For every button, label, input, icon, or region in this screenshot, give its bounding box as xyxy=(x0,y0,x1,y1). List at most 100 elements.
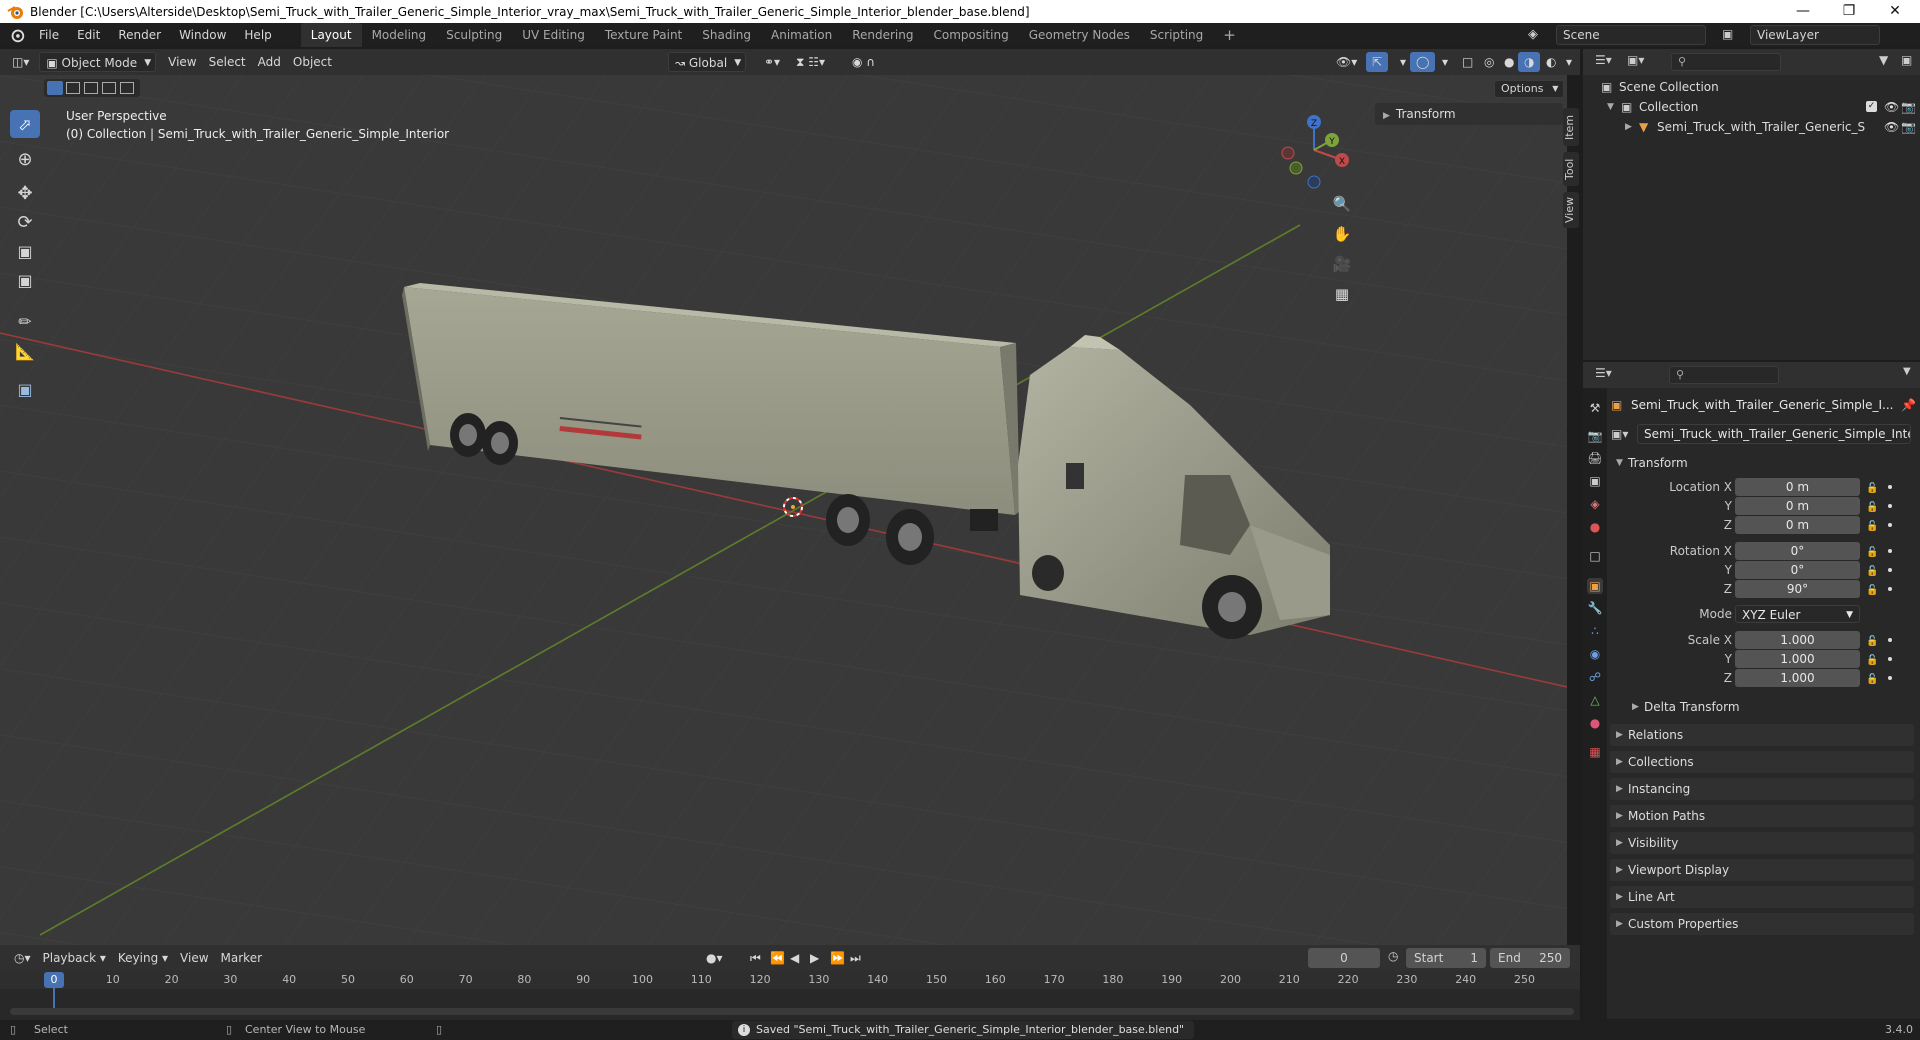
rotation-x-field[interactable]: 0° xyxy=(1735,542,1860,560)
timeline-editor-icon[interactable]: ◷▾ xyxy=(8,948,37,968)
location-z-field[interactable]: 0 m xyxy=(1735,516,1860,534)
outliner-row-scene-collection[interactable]: ▣ Scene Collection xyxy=(1583,77,1920,97)
select-box-tool[interactable]: ⬀ xyxy=(10,110,40,138)
add-workspace-button[interactable]: + xyxy=(1213,23,1246,47)
instancing-section[interactable]: ▶ Instancing xyxy=(1610,778,1914,800)
properties-editor-icon[interactable]: ☰▾ xyxy=(1595,366,1612,380)
viewport-display-section[interactable]: ▶ Viewport Display xyxy=(1610,859,1914,881)
menu-keying[interactable]: Keying ▾ xyxy=(112,948,174,968)
outliner-row-object[interactable]: ▶ ▼ Semi_Truck_with_Trailer_Generic_S 👁 … xyxy=(1583,117,1920,137)
select-subtract-icon[interactable] xyxy=(84,82,98,94)
scale-x-field[interactable]: 1.000 xyxy=(1735,631,1860,649)
gizmo-toggle-icon[interactable]: ⇱ xyxy=(1366,52,1389,72)
tab-animation[interactable]: Animation xyxy=(761,23,842,47)
add-cube-tool[interactable]: ▣ xyxy=(10,375,40,403)
new-collection-icon[interactable]: ▣ xyxy=(1901,53,1912,67)
menu-object[interactable]: Object xyxy=(287,52,338,72)
exclude-checkbox[interactable]: ✓ xyxy=(1866,101,1877,112)
menu-view[interactable]: View xyxy=(162,52,202,72)
keyframe-dot-icon[interactable] xyxy=(1888,657,1892,661)
menu-add[interactable]: Add xyxy=(252,52,287,72)
jump-end-icon[interactable]: ⏭ xyxy=(844,948,867,968)
display-mode-icon[interactable]: ▣▾ xyxy=(1627,53,1644,67)
lock-icon[interactable]: 🔓 xyxy=(1866,652,1878,666)
delta-transform-header[interactable]: ▶ Delta Transform xyxy=(1626,696,1914,718)
scale-y-field[interactable]: 1.000 xyxy=(1735,650,1860,668)
tab-shading[interactable]: Shading xyxy=(692,23,761,47)
rotation-y-field[interactable]: 0° xyxy=(1735,561,1860,579)
tab-item[interactable]: Item xyxy=(1563,108,1579,146)
menu-render[interactable]: Render xyxy=(109,23,170,47)
menu-playback[interactable]: Playback ▾ xyxy=(37,948,112,968)
menu-marker[interactable]: Marker xyxy=(215,948,268,968)
grid-perspective-icon[interactable]: ▦ xyxy=(1330,285,1354,309)
scale-z-field[interactable]: 1.000 xyxy=(1735,669,1860,687)
xray-icon[interactable]: □ xyxy=(1456,52,1479,72)
editor-type-icon[interactable]: ◫▾ xyxy=(6,52,35,72)
rotation-z-field[interactable]: 90° xyxy=(1735,580,1860,598)
annotate-tool[interactable]: ✏ xyxy=(10,307,40,335)
menu-timeline-view[interactable]: View xyxy=(174,948,214,968)
menu-select[interactable]: Select xyxy=(203,52,252,72)
scene-field[interactable]: Scene xyxy=(1556,25,1706,45)
end-frame-field[interactable]: End 250 xyxy=(1490,948,1570,968)
select-invert-icon[interactable] xyxy=(102,82,116,94)
record-icon[interactable]: ●▾ xyxy=(700,948,729,968)
output-tab-icon[interactable]: 🖨 xyxy=(1587,450,1603,466)
outliner-editor-icon[interactable]: ☰▾ xyxy=(1595,53,1612,67)
filter-icon[interactable]: ▼ xyxy=(1879,53,1888,67)
move-tool[interactable]: ✥ xyxy=(10,179,40,207)
line-art-section[interactable]: ▶ Line Art xyxy=(1610,886,1914,908)
scene-selector[interactable]: ◈ Scene xyxy=(1528,25,1708,45)
gizmo-neg-x-icon[interactable] xyxy=(1281,146,1295,160)
tab-tool[interactable]: Tool xyxy=(1563,152,1579,186)
pin-icon[interactable]: 📌 xyxy=(1901,395,1916,415)
timeline-area[interactable]: 0 10 20 30 40 50 60 70 80 90 100 110 120 130 140 150 160… xyxy=(0,971,1580,1021)
lock-icon[interactable]: 🔓 xyxy=(1866,671,1878,685)
snap-icon[interactable]: ⧗ ☷▾ xyxy=(790,52,831,72)
pivot-icon[interactable]: ⚭▾ xyxy=(758,52,786,72)
measure-tool[interactable]: 📐 xyxy=(10,337,40,365)
lock-icon[interactable]: 🔓 xyxy=(1866,582,1878,596)
select-intersect-icon[interactable] xyxy=(120,82,134,94)
tab-modeling[interactable]: Modeling xyxy=(362,23,437,47)
tab-layout[interactable]: Layout xyxy=(300,23,362,47)
tab-view[interactable]: View xyxy=(1563,192,1579,228)
menu-edit[interactable]: Edit xyxy=(68,23,109,47)
rotate-tool[interactable]: ⟳ xyxy=(10,208,40,236)
cursor-tool[interactable]: ⊕ xyxy=(10,145,40,173)
tab-geometry-nodes[interactable]: Geometry Nodes xyxy=(1019,23,1140,47)
texture-tab-icon[interactable]: ▦ xyxy=(1587,744,1603,760)
restore-icon[interactable]: ❐ xyxy=(1826,0,1872,23)
shading-dropdown-icon[interactable]: ▾ xyxy=(1560,52,1578,72)
location-y-field[interactable]: 0 m xyxy=(1735,497,1860,515)
gizmo-neg-y-icon[interactable] xyxy=(1289,161,1303,175)
gizmo-neg-z-icon[interactable] xyxy=(1307,175,1321,189)
collections-section[interactable]: ▶ Collections xyxy=(1610,751,1914,773)
render-camera-icon[interactable]: 📷 xyxy=(1901,97,1916,117)
play-reverse-icon[interactable]: ◀ xyxy=(784,948,805,968)
visibility-icon[interactable]: 👁▾ xyxy=(1330,52,1363,72)
properties-search-input[interactable]: ⚲ xyxy=(1669,366,1779,384)
close-icon[interactable]: ✕ xyxy=(1872,0,1918,23)
lock-icon[interactable]: 🔓 xyxy=(1866,544,1878,558)
motion-paths-section[interactable]: ▶ Motion Paths xyxy=(1610,805,1914,827)
blender-menu-icon[interactable] xyxy=(8,26,26,44)
eye-icon[interactable]: 👁 xyxy=(1884,97,1899,117)
relations-section[interactable]: ▶ Relations xyxy=(1610,724,1914,746)
transform-tool[interactable]: ▣ xyxy=(10,266,40,294)
chevron-down-icon[interactable]: ▼ xyxy=(1903,366,1911,377)
tool-tab-icon[interactable]: ⚒ xyxy=(1587,400,1603,416)
start-frame-field[interactable]: Start 1 xyxy=(1406,948,1486,968)
clock-icon[interactable]: ◷ xyxy=(1388,949,1398,963)
render-tab-icon[interactable]: 📷 xyxy=(1587,428,1603,444)
tab-compositing[interactable]: Compositing xyxy=(923,23,1018,47)
menu-help[interactable]: Help xyxy=(235,23,280,47)
lock-icon[interactable]: 🔓 xyxy=(1866,518,1878,532)
current-frame-field[interactable]: 0 xyxy=(1308,948,1380,968)
timeline-scrollbar[interactable] xyxy=(10,1008,1574,1015)
material-shading-icon[interactable]: ◑ xyxy=(1518,52,1541,72)
navigation-gizmo[interactable]: Z X Y xyxy=(1270,110,1350,190)
object-name-field[interactable]: Semi_Truck_with_Trailer_Generic_Simple_I… xyxy=(1637,424,1911,444)
outliner-search-input[interactable]: ⚲ xyxy=(1671,53,1781,71)
